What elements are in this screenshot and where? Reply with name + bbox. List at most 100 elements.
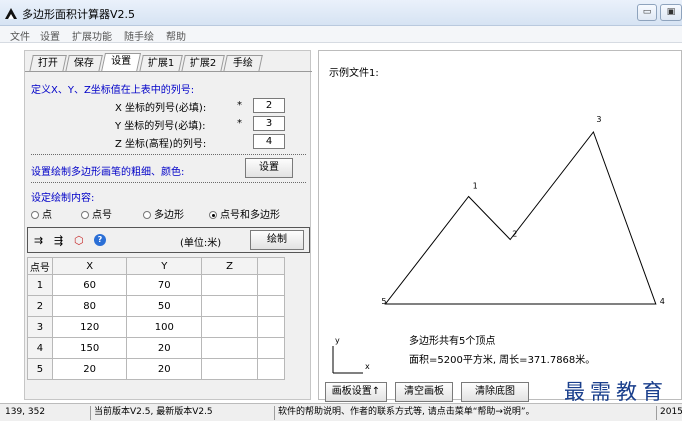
app-logo-icon xyxy=(5,8,17,19)
tab-settings[interactable]: 设置 xyxy=(100,53,142,72)
row-number[interactable]: 1 xyxy=(27,274,53,296)
table-header-row: 点号 X Y Z xyxy=(27,257,285,275)
column-header[interactable]: X xyxy=(51,257,128,275)
column-header[interactable]: Y xyxy=(126,257,203,275)
y-required-mark: * xyxy=(237,118,242,129)
table-row: 5 20 20 xyxy=(27,358,285,380)
table-cell[interactable]: 70 xyxy=(126,274,203,296)
z-column-field[interactable]: 4 xyxy=(253,134,285,149)
row-number[interactable]: 2 xyxy=(27,295,53,317)
pen-style-label: 设置绘制多边形画笔的粗细、颜色: xyxy=(31,167,185,178)
menu-extensions[interactable]: 扩展功能 xyxy=(72,28,112,43)
settings-panel: 打开 保存 设置 扩展1 扩展2 手绘 定义X、Y、Z坐标值在上表中的列号: X… xyxy=(24,50,312,400)
y-column-field[interactable]: 3 xyxy=(253,116,285,131)
table-cell[interactable]: 60 xyxy=(51,274,128,296)
table-row: 3 120 100 xyxy=(27,316,285,338)
table-cell[interactable]: 150 xyxy=(51,337,128,359)
y-column-label: Y 坐标的列号(必填): xyxy=(115,121,206,132)
table-cell[interactable]: 20 xyxy=(126,358,203,380)
axis-x-label: x xyxy=(365,362,370,371)
table-cell[interactable]: 120 xyxy=(51,316,128,338)
table-cell[interactable] xyxy=(201,358,259,380)
radio-circle-icon xyxy=(143,211,151,219)
draw-content-label: 设定绘制内容: xyxy=(31,193,95,204)
radio-circle-icon xyxy=(81,211,89,219)
divider xyxy=(31,154,306,155)
x-column-label: X 坐标的列号(必填): xyxy=(115,103,207,114)
polygon-canvas[interactable]: 示例文件1: 1 2 3 4 5 y x 多边形共有5个顶点 面积=5200平方米, 周… xyxy=(319,51,682,377)
x-required-mark: * xyxy=(237,100,242,111)
table-cell[interactable] xyxy=(201,316,259,338)
table-cell[interactable]: 20 xyxy=(126,337,203,359)
axis-y-label: y xyxy=(335,336,340,345)
tab-freehand[interactable]: 手绘 xyxy=(223,55,263,72)
table-row: 4 150 20 xyxy=(27,337,285,359)
option-number-and-polygon[interactable]: 点号和多边形 xyxy=(209,206,280,221)
point-number-label: 4 xyxy=(660,297,665,306)
export-table-icon[interactable]: ⇶ xyxy=(54,234,63,247)
option-polygon[interactable]: 多边形 xyxy=(143,206,184,221)
row-number[interactable]: 5 xyxy=(27,358,53,380)
status-bar: 139, 352 当前版本V2.5, 最新版本V2.5 软件的帮助说明、作者的联… xyxy=(0,403,682,421)
table-cell[interactable] xyxy=(257,295,285,317)
row-number[interactable]: 3 xyxy=(27,316,53,338)
menu-file[interactable]: 文件 xyxy=(10,28,30,43)
table-cell[interactable]: 50 xyxy=(126,295,203,317)
status-version: 当前版本V2.5, 最新版本V2.5 xyxy=(90,406,272,420)
table-row: 2 80 50 xyxy=(27,295,285,317)
table-cell[interactable] xyxy=(257,316,285,338)
table-cell[interactable]: 100 xyxy=(126,316,203,338)
point-number-label: 1 xyxy=(473,182,478,191)
z-column-label: Z 坐标(高程)的列号: xyxy=(115,139,207,150)
table-cell[interactable] xyxy=(257,358,285,380)
table-cell[interactable] xyxy=(201,337,259,359)
help-icon[interactable]: ? xyxy=(94,234,106,246)
option-point[interactable]: 点 xyxy=(31,206,52,221)
point-number-label: 2 xyxy=(512,230,517,239)
status-year: 2015 xyxy=(656,406,682,420)
tab-save[interactable]: 保存 xyxy=(65,55,103,72)
row-number[interactable]: 4 xyxy=(27,337,53,359)
clear-background-button[interactable]: 清除底图 xyxy=(461,382,529,402)
clear-canvas-button[interactable]: 清空画板 xyxy=(395,382,453,402)
watermark-logo: 最需教育 xyxy=(564,380,668,404)
drawing-panel: 示例文件1: 1 2 3 4 5 y x 多边形共有5个顶点 面积=5200平方米, 周… xyxy=(318,50,682,404)
option-point-number[interactable]: 点号 xyxy=(81,206,112,221)
polygon-tool-icon[interactable]: ⬡ xyxy=(74,234,84,247)
menu-freehand[interactable]: 随手绘 xyxy=(124,28,154,43)
table-cell[interactable] xyxy=(201,274,259,296)
radio-circle-icon xyxy=(31,211,39,219)
canvas-settings-button[interactable]: 画板设置↑ xyxy=(325,382,387,402)
table-row: 1 60 70 xyxy=(27,274,285,296)
draw-button[interactable]: 绘制 xyxy=(250,230,304,250)
column-header[interactable] xyxy=(257,257,285,275)
column-header[interactable]: Z xyxy=(201,257,259,275)
table-cell[interactable] xyxy=(257,274,285,296)
minimize-button[interactable]: ▭ xyxy=(637,4,657,21)
table-cell[interactable]: 20 xyxy=(51,358,128,380)
drawing-toolbar: ⇉ ⇶ ⬡ ? (单位:米) 绘制 xyxy=(27,227,310,253)
tab-open[interactable]: 打开 xyxy=(29,55,67,72)
maximize-button[interactable]: ▣ xyxy=(660,4,682,21)
unit-label: (单位:米) xyxy=(180,238,222,249)
tab-ext2[interactable]: 扩展2 xyxy=(181,55,225,72)
column-header[interactable]: 点号 xyxy=(27,257,53,275)
pen-style-button[interactable]: 设置 xyxy=(245,158,293,178)
menu-settings[interactable]: 设置 xyxy=(40,28,60,43)
x-column-field[interactable]: 2 xyxy=(253,98,285,113)
summary-vertices: 多边形共有5个顶点 xyxy=(409,334,495,347)
import-table-icon[interactable]: ⇉ xyxy=(34,234,43,247)
table-cell[interactable] xyxy=(201,295,259,317)
define-columns-label: 定义X、Y、Z坐标值在上表中的列号: xyxy=(31,85,195,96)
divider xyxy=(31,182,306,183)
menu-help[interactable]: 帮助 xyxy=(166,28,186,43)
table-cell[interactable]: 80 xyxy=(51,295,128,317)
table-cell[interactable] xyxy=(257,337,285,359)
point-number-label: 5 xyxy=(381,297,386,306)
point-number-label: 3 xyxy=(596,115,601,124)
tab-ext1[interactable]: 扩展1 xyxy=(139,55,183,72)
tab-divider xyxy=(25,71,312,72)
menu-bar: 文件 设置 扩展功能 随手绘 帮助 xyxy=(0,26,682,43)
radio-selected-icon xyxy=(209,211,217,219)
file-label: 示例文件1: xyxy=(329,66,379,79)
